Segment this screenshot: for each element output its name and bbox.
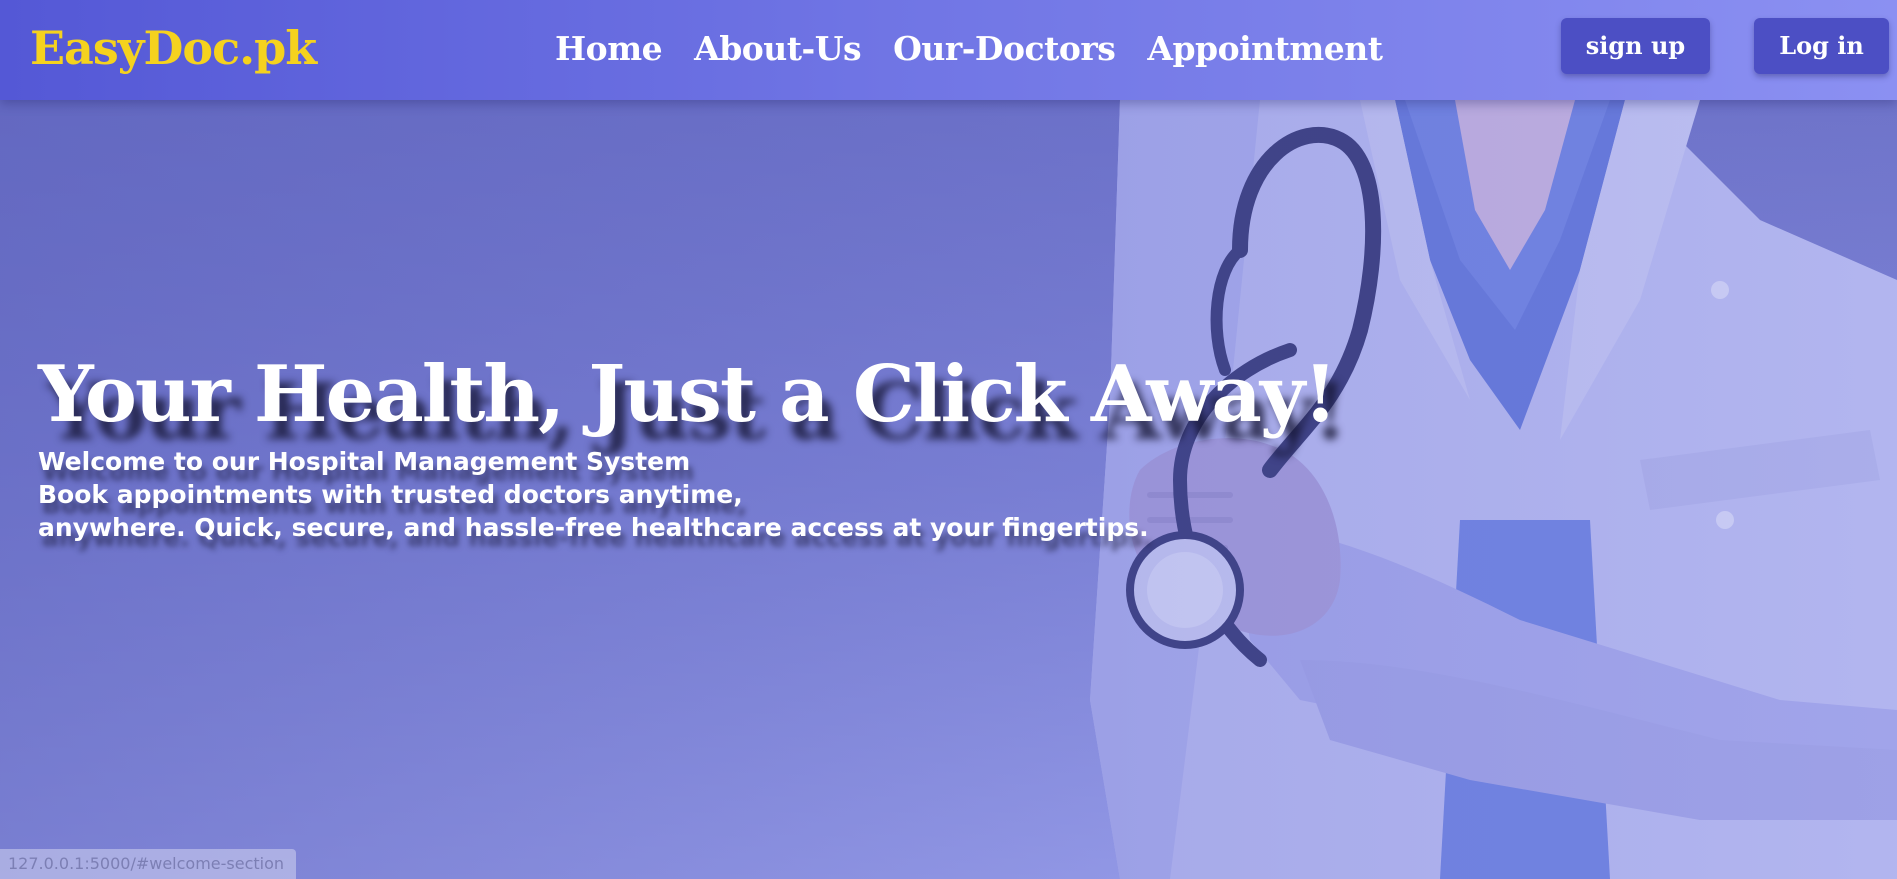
nav-link-our-doctors[interactable]: Our-Doctors xyxy=(893,24,1116,74)
welcome-section: Your Health, Just a Click Away! Welcome … xyxy=(38,345,1337,544)
hero-subtitle-line-1: Welcome to our Hospital Management Syste… xyxy=(38,447,691,476)
brand-logo[interactable]: EasyDoc.pk xyxy=(30,18,317,78)
hero-subtitle-line-2: Book appointments with trusted doctors a… xyxy=(38,480,743,509)
nav-link-appointment[interactable]: Appointment xyxy=(1147,24,1383,74)
signup-button[interactable]: sign up xyxy=(1561,18,1710,74)
nav-link-about-us[interactable]: About-Us xyxy=(694,24,861,74)
page: EasyDoc.pk Home About-Us Our-Doctors App… xyxy=(0,0,1897,879)
status-bar-url: 127.0.0.1:5000/#welcome-section xyxy=(0,849,297,879)
hero-subtitle-line-3: anywhere. Quick, secure, and hassle-free… xyxy=(38,513,1149,542)
hero-title: Your Health, Just a Click Away! xyxy=(38,349,1337,440)
navbar: EasyDoc.pk Home About-Us Our-Doctors App… xyxy=(0,0,1897,100)
nav-links: Home About-Us Our-Doctors Appointment xyxy=(555,24,1383,74)
nav-link-home[interactable]: Home xyxy=(555,24,663,74)
login-button[interactable]: Log in xyxy=(1754,18,1889,74)
